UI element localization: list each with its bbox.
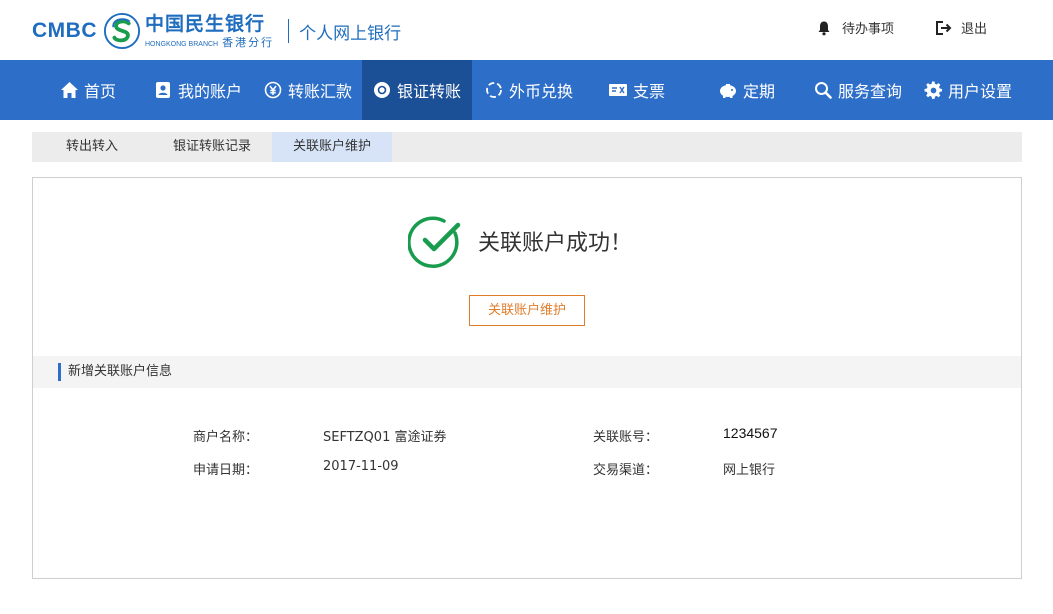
nav-label: 转账汇款: [288, 82, 353, 101]
nav-label: 我的账户: [178, 82, 243, 101]
logo-names: 中国民生银行 HONGKONG BRANCH 香港分行: [145, 12, 275, 49]
todo-link[interactable]: 待办事项: [815, 18, 894, 37]
yen-circle-icon: [263, 80, 283, 100]
exchange-circle-icon: [484, 80, 504, 100]
sub-tab-bar: 转出转入 银证转账记录 关联账户维护: [32, 132, 1022, 162]
nav-item-bank-securities[interactable]: 银证转账: [362, 60, 472, 120]
main-nav: 首页 我的账户 转账汇款 银证转账 外币兑换 支票 定期 服务查询 用户设置: [0, 60, 1053, 120]
section-header: 新增关联账户信息: [33, 356, 1021, 388]
logo-branch-cn: 香港分行: [222, 35, 275, 49]
disc-icon: [372, 80, 392, 100]
piggy-bank-icon: [718, 80, 738, 100]
linked-account-label: 关联账号：: [593, 430, 659, 445]
logo-mark-icon: [103, 12, 141, 50]
nav-label: 用户设置: [948, 82, 1013, 101]
channel-value: 网上银行: [723, 463, 776, 478]
logout-label: 退出: [961, 22, 988, 37]
logo-brand-cn: 中国民生银行: [145, 12, 266, 35]
section-title: 新增关联账户信息: [68, 364, 173, 379]
linked-account-value: 1234567: [723, 425, 778, 441]
search-icon: [813, 80, 833, 100]
apply-date-label: 申请日期：: [193, 463, 259, 478]
logout-icon: [934, 19, 952, 37]
portal-title: 个人网上银行: [299, 23, 402, 44]
nav-item-cheque[interactable]: 支票: [594, 60, 704, 120]
nav-item-home[interactable]: 首页: [49, 60, 134, 120]
nav-item-transfer[interactable]: 转账汇款: [254, 60, 362, 120]
nav-item-my-account[interactable]: 我的账户: [144, 60, 254, 120]
merchant-label: 商户名称：: [193, 430, 259, 445]
nav-label: 支票: [633, 82, 666, 101]
nav-label: 定期: [743, 82, 776, 101]
logout-link[interactable]: 退出: [934, 18, 987, 37]
bank-logo[interactable]: CMBC 中国民生银行 HONGKONG BRANCH 香港分行 个人网上银行: [32, 10, 401, 52]
todo-label: 待办事项: [842, 22, 895, 37]
home-icon: [59, 80, 79, 100]
merchant-value: SEFTZQ01 富途证券: [323, 430, 447, 445]
top-header: CMBC 中国民生银行 HONGKONG BRANCH 香港分行 个人网上银行 …: [0, 0, 1053, 60]
success-title: 关联账户成功！: [478, 231, 633, 256]
success-check-icon: [408, 216, 461, 268]
nav-label: 外币兑换: [509, 82, 574, 101]
logo-brand-en: CMBC: [32, 19, 97, 42]
nav-label: 服务查询: [838, 82, 903, 101]
bell-icon: [815, 19, 833, 37]
nav-item-fx-exchange[interactable]: 外币兑换: [472, 60, 594, 120]
cheque-icon: [608, 80, 628, 100]
apply-date-value: 2017-11-09: [323, 459, 399, 474]
nav-label: 银证转账: [397, 82, 462, 101]
nav-label: 首页: [84, 82, 117, 101]
logo-branch-en: HONGKONG BRANCH: [145, 40, 219, 48]
tab-transfer-records[interactable]: 银证转账记录: [152, 132, 272, 162]
account-card-icon: [153, 80, 173, 100]
tab-linked-account-maintenance[interactable]: 关联账户维护: [272, 132, 392, 162]
nav-item-fixed-deposit[interactable]: 定期: [704, 60, 804, 120]
logo-divider: [288, 19, 290, 43]
channel-label: 交易渠道：: [593, 463, 659, 478]
tab-transfer-in-out[interactable]: 转出转入: [32, 132, 152, 162]
gear-icon: [923, 80, 943, 100]
linked-account-maintenance-button[interactable]: 关联账户维护: [469, 295, 585, 326]
nav-item-service-query[interactable]: 服务查询: [804, 60, 914, 120]
section-accent-bar: [58, 363, 61, 381]
nav-item-user-settings[interactable]: 用户设置: [914, 60, 1034, 120]
result-panel: 关联账户成功！ 关联账户维护 新增关联账户信息 商户名称： SEFTZQ01 富…: [32, 177, 1022, 579]
